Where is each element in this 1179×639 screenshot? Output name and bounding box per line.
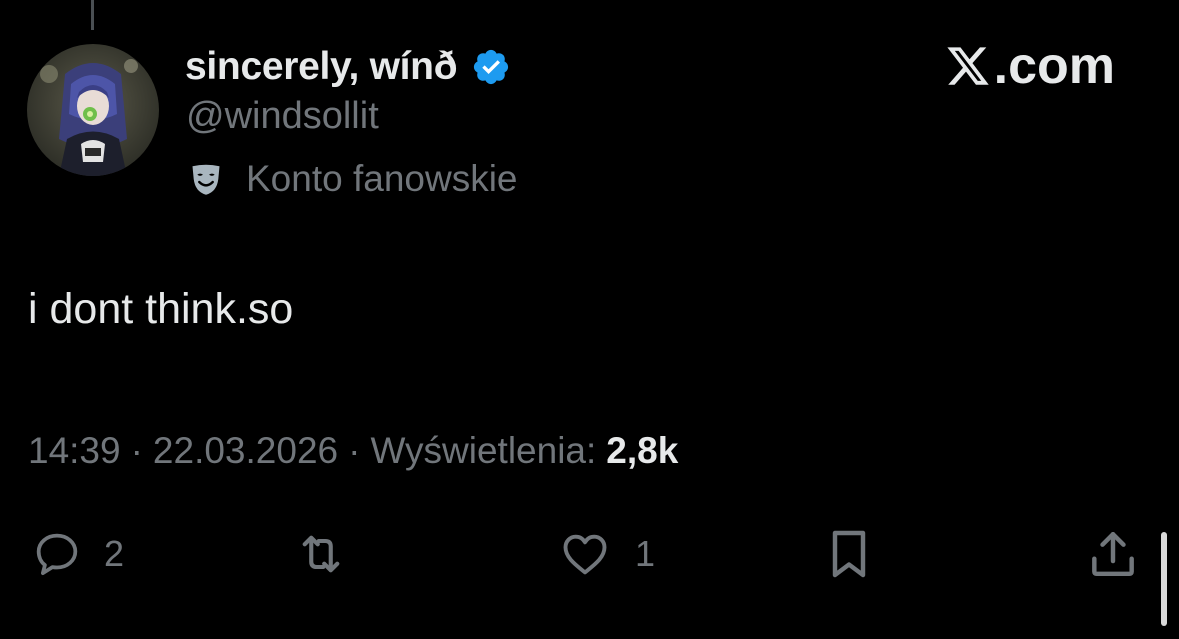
avatar[interactable]: [27, 44, 159, 176]
brand-suffix: .com: [993, 37, 1115, 95]
theater-mask-icon: [192, 164, 220, 195]
meta-separator: ·: [130, 430, 143, 471]
avatar-image: [27, 44, 159, 176]
tweet-time[interactable]: 14:39: [28, 430, 121, 472]
scrollbar[interactable]: [1161, 532, 1167, 626]
verified-badge-icon[interactable]: [471, 47, 511, 87]
x-logo-icon: [947, 47, 989, 85]
repost-button[interactable]: [288, 526, 354, 582]
reply-button[interactable]: 2: [28, 526, 124, 582]
author-display-name[interactable]: sincerely, wínð: [185, 45, 458, 89]
views-label: Wyświetlenia:: [370, 430, 597, 471]
tweet-text: i dont think.so: [28, 285, 294, 333]
tweet-meta: 14:39 · 22.03.2026 · Wyświetlenia: 2,8k: [28, 428, 678, 474]
affiliation-label: Konto fanowskie: [246, 158, 518, 199]
repost-icon: [302, 535, 340, 573]
share-icon: [1092, 531, 1134, 577]
bookmark-button[interactable]: [818, 526, 880, 582]
meta-separator: ·: [348, 430, 361, 471]
like-count: 1: [635, 533, 656, 574]
author-handle[interactable]: @windsollit: [186, 95, 379, 138]
share-button[interactable]: [1082, 526, 1144, 582]
views-count: 2,8k: [606, 430, 679, 471]
heart-icon: [563, 534, 607, 575]
bookmark-icon: [832, 530, 866, 578]
author-name-row: sincerely, wínð: [185, 43, 511, 91]
affiliation-row: Konto fanowskie: [188, 155, 518, 203]
x-com-brand: .com: [944, 36, 1115, 96]
like-button[interactable]: 1: [553, 526, 655, 582]
reply-count: 2: [104, 533, 125, 574]
reply-icon: [36, 533, 78, 576]
tweet-date[interactable]: 22.03.2026: [153, 430, 338, 472]
thread-connector-line: [91, 0, 94, 30]
